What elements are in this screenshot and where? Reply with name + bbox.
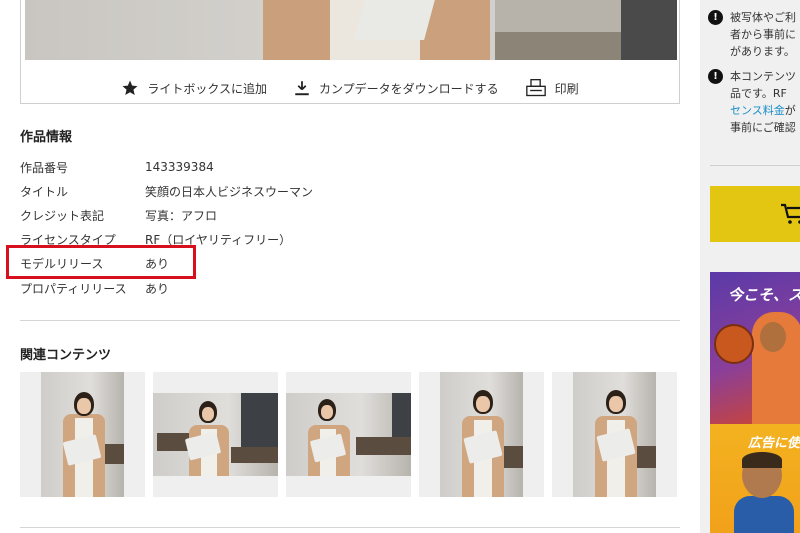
model-release-highlight-box <box>6 245 196 279</box>
print-label: 印刷 <box>554 81 579 96</box>
info-row-title: タイトル 笑顔の日本人ビジネスウーマン <box>20 179 680 203</box>
exclamation-icon: ! <box>708 10 723 25</box>
hero-photo[interactable] <box>25 0 677 60</box>
related-content-heading: 関連コンテンツ <box>20 348 112 363</box>
download-comp-button[interactable]: カンプデータをダウンロードする <box>293 79 499 97</box>
related-thumbnail[interactable] <box>419 372 544 497</box>
license-fee-link[interactable]: センス料金 <box>730 104 785 117</box>
info-value: あり <box>145 281 170 296</box>
notice-line: 被写体やご利 <box>730 11 796 24</box>
download-icon <box>295 81 309 96</box>
related-thumbnail[interactable] <box>20 372 145 497</box>
info-label: 作品番号 <box>20 160 69 175</box>
main-content: ライトボックスに追加 カンプデータをダウンロードする 印刷 作品情報 作品番号 … <box>0 0 700 533</box>
ad-headline: 今こそ、ス <box>728 286 800 304</box>
info-label: タイトル <box>20 184 69 199</box>
thumbnail-image <box>153 393 278 476</box>
info-value: 笑顔の日本人ビジネスウーマン <box>145 184 314 199</box>
related-thumbnail[interactable] <box>286 372 411 497</box>
sidebar-divider <box>710 165 800 166</box>
print-button[interactable]: 印刷 <box>525 78 579 98</box>
related-thumbnail[interactable] <box>153 372 278 497</box>
work-info-heading: 作品情報 <box>20 130 73 145</box>
info-row-credit: クレジット表記 写真：アフロ <box>20 203 680 227</box>
thumbnail-image <box>440 372 523 497</box>
notice-line: 品です。RF <box>730 87 787 100</box>
section-divider <box>20 527 680 528</box>
info-row-work-number: 作品番号 143339384 <box>20 155 680 179</box>
add-to-lightbox-button[interactable]: ライトボックスに追加 <box>121 79 267 97</box>
add-to-lightbox-label: ライトボックスに追加 <box>147 81 267 96</box>
related-thumbnail[interactable] <box>552 372 677 497</box>
notice-line: 本コンテンツ <box>730 70 796 83</box>
notice-line: が <box>784 104 796 117</box>
download-comp-label: カンプデータをダウンロードする <box>318 81 499 96</box>
info-label: クレジット表記 <box>20 208 105 223</box>
info-row-property-release: プロパティリリース あり <box>20 276 680 300</box>
notice-line: があります。 <box>730 45 795 58</box>
basketball-image <box>714 324 754 364</box>
info-value: 写真：アフロ <box>145 208 218 223</box>
thumbnail-image <box>286 393 411 476</box>
star-icon <box>122 80 138 95</box>
related-thumbnails <box>20 372 680 497</box>
add-to-cart-button[interactable] <box>710 186 800 242</box>
thumbnail-image <box>41 372 124 497</box>
notice-line: 事前にご確認 <box>730 121 796 134</box>
cart-icon <box>781 203 800 224</box>
advertisement-banner[interactable]: 今こそ、ス 広告に使 <box>710 272 800 533</box>
info-value: 143339384 <box>145 160 214 175</box>
notice-line: 者から事前に <box>730 28 796 41</box>
info-label: プロパティリリース <box>20 281 127 296</box>
image-actions-bar: ライトボックスに追加 カンプデータをダウンロードする 印刷 <box>20 74 680 102</box>
right-sidebar: ! 被写体やご利 者から事前に があります。 ! 本コンテンツ 品です。RF セ… <box>700 0 800 533</box>
exclamation-icon: ! <box>708 69 723 84</box>
print-icon <box>525 79 546 97</box>
ad-subline: 広告に使 <box>748 436 800 451</box>
section-divider <box>20 320 680 321</box>
thumbnail-image <box>573 372 656 497</box>
